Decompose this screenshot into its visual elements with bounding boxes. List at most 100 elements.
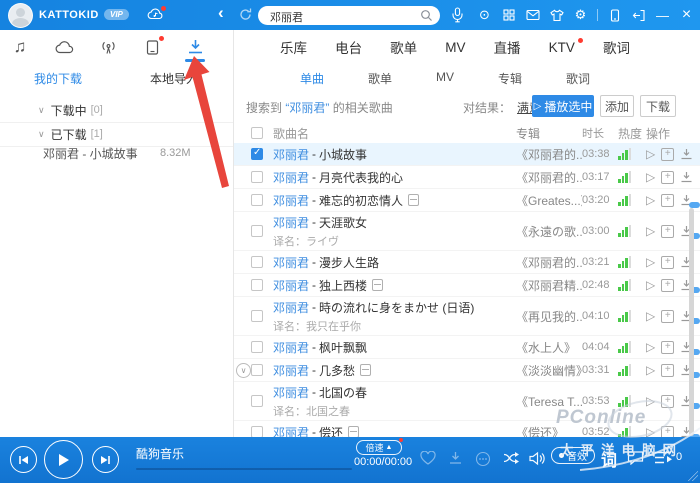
row-play-icon[interactable]: ▷ xyxy=(646,363,655,377)
subtab-album[interactable]: 专辑 xyxy=(498,70,522,87)
row-add-icon[interactable]: + xyxy=(661,395,674,408)
row-play-icon[interactable]: ▷ xyxy=(646,170,655,184)
vip-badge[interactable]: VIP xyxy=(104,9,129,20)
subtab-lyrics[interactable]: 歌词 xyxy=(566,70,590,87)
row-play-icon[interactable]: ▷ xyxy=(646,340,655,354)
song-checkbox[interactable] xyxy=(251,148,263,160)
song-checkbox[interactable] xyxy=(251,395,263,407)
subtab-mv[interactable]: MV xyxy=(436,70,454,87)
nav-zhibo[interactable]: 直播 xyxy=(494,37,521,57)
row-download-icon[interactable] xyxy=(680,148,693,160)
song-album[interactable]: 《永遠の歌..》 xyxy=(516,223,582,240)
song-artist-link[interactable]: 邓丽君 xyxy=(273,339,309,356)
skin-tshirt-icon[interactable] xyxy=(549,8,564,23)
song-artist-link[interactable]: 邓丽君 xyxy=(273,362,309,379)
table-row[interactable]: ∨ 邓丽君 - 几多愁 《淡淡幽情》 03:31 ▷ + xyxy=(234,359,700,382)
subtab-single[interactable]: 单曲 xyxy=(300,70,324,87)
song-title[interactable]: 难忘的初恋情人 xyxy=(319,192,403,209)
select-all-checkbox[interactable] xyxy=(251,127,263,139)
song-artist-link[interactable]: 邓丽君 xyxy=(273,214,309,231)
song-title[interactable]: 几多愁 xyxy=(319,362,355,379)
row-add-icon[interactable]: + xyxy=(661,310,674,323)
progress-bar[interactable] xyxy=(136,468,352,470)
playback-speed-button[interactable]: 倍速▲ xyxy=(356,440,402,455)
nav-diantai[interactable]: 电台 xyxy=(335,37,362,57)
row-add-icon[interactable]: + xyxy=(661,341,674,354)
listen-mode-icon[interactable]: ⊙ xyxy=(477,8,492,23)
tab-local-import[interactable]: 本地导入 xyxy=(116,70,232,87)
row-play-icon[interactable]: ▷ xyxy=(646,224,655,238)
comment-bubble-icon[interactable] xyxy=(627,450,644,468)
row-download-icon[interactable] xyxy=(680,194,693,206)
now-playing-title[interactable]: 酷狗音乐 xyxy=(136,445,184,462)
row-add-icon[interactable]: + xyxy=(661,171,674,184)
table-row[interactable]: 邓丽君 - 小城故事 《邓丽君的..》 03:38 ▷ + xyxy=(234,143,700,166)
search-icon[interactable] xyxy=(420,9,433,25)
sound-effect-button[interactable]: 音效 xyxy=(551,447,595,464)
row-download-icon[interactable] xyxy=(680,171,693,183)
more-options-icon[interactable] xyxy=(475,451,491,470)
nav-geci[interactable]: 歌词 xyxy=(603,37,630,57)
table-row[interactable]: 邓丽君 - 独上西楼 《邓丽君精..》 02:48 ▷ + xyxy=(234,274,700,297)
switch-account-icon[interactable] xyxy=(631,8,646,23)
nav-ktv[interactable]: KTV xyxy=(549,40,575,55)
subtab-playlist[interactable]: 歌单 xyxy=(368,70,392,87)
nav-gedan[interactable]: 歌单 xyxy=(390,37,417,57)
mail-icon[interactable] xyxy=(525,8,540,23)
resize-grip[interactable] xyxy=(688,471,698,481)
song-checkbox[interactable] xyxy=(251,256,263,268)
table-row[interactable]: 邓丽君 - 月亮代表我的心 《邓丽君的..》 03:17 ▷ + xyxy=(234,166,700,189)
refresh-icon[interactable] xyxy=(238,7,253,25)
mini-mode-icon[interactable] xyxy=(607,8,622,23)
close-icon[interactable]: × xyxy=(679,8,694,23)
expand-versions-icon[interactable]: ∨ xyxy=(236,363,251,378)
row-play-icon[interactable]: ▷ xyxy=(646,278,655,292)
scrollbar-thumb[interactable] xyxy=(689,208,694,436)
row-add-icon[interactable]: + xyxy=(661,148,674,161)
next-button[interactable] xyxy=(92,446,119,473)
cloud-music-icon[interactable] xyxy=(147,7,164,25)
download-button[interactable]: 下载 xyxy=(640,95,676,117)
song-title[interactable]: 天涯歌女 xyxy=(319,214,367,231)
download-manager-icon[interactable] xyxy=(184,37,206,57)
song-checkbox[interactable] xyxy=(251,279,263,291)
cloud-disk-icon[interactable] xyxy=(53,37,75,57)
row-add-icon[interactable]: + xyxy=(661,225,674,238)
song-album[interactable]: 《邓丽君精..》 xyxy=(516,277,582,294)
row-add-icon[interactable]: + xyxy=(661,279,674,292)
play-selected-button[interactable]: ▷ 播放选中 xyxy=(532,95,594,117)
song-album[interactable]: 《Greates...》 xyxy=(516,192,582,209)
song-album[interactable]: 《Teresa T...》 xyxy=(516,393,582,410)
song-checkbox[interactable] xyxy=(251,310,263,322)
row-play-icon[interactable]: ▷ xyxy=(646,147,655,161)
table-row[interactable]: 邓丽君 - 時の流れに身をまかせ (日语) 译名：我只在乎你 《再见我的..》 … xyxy=(234,297,700,336)
table-row[interactable]: 邓丽君 - 天涯歌女 译名：ライヴ 《永遠の歌..》 03:00 ▷ + xyxy=(234,212,700,251)
row-play-icon[interactable]: ▷ xyxy=(646,255,655,269)
song-artist-link[interactable]: 邓丽君 xyxy=(273,169,309,186)
avatar[interactable] xyxy=(8,3,33,28)
add-button[interactable]: 添加 xyxy=(600,95,634,117)
search-input[interactable] xyxy=(268,8,417,25)
song-artist-link[interactable]: 邓丽君 xyxy=(273,299,309,316)
music-library-icon[interactable]: ♫ xyxy=(9,37,31,57)
section-downloading[interactable]: ∨ 下载中 [0] xyxy=(0,98,233,123)
song-checkbox[interactable] xyxy=(251,341,263,353)
song-album[interactable]: 《邓丽君的..》 xyxy=(516,146,582,163)
row-add-icon[interactable]: + xyxy=(661,194,674,207)
favorite-heart-icon[interactable] xyxy=(420,451,436,468)
song-album[interactable]: 《淡淡幽情》 xyxy=(516,362,582,379)
song-checkbox[interactable] xyxy=(251,194,263,206)
song-checkbox[interactable] xyxy=(251,225,263,237)
row-play-icon[interactable]: ▷ xyxy=(646,309,655,323)
song-album[interactable]: 《水上人》 xyxy=(516,339,582,356)
song-artist-link[interactable]: 邓丽君 xyxy=(273,254,309,271)
song-title[interactable]: 枫叶飘飘 xyxy=(319,339,367,356)
lyrics-button[interactable]: 词 xyxy=(601,447,617,471)
song-title[interactable]: 北国の春 xyxy=(319,384,367,401)
back-icon[interactable]: ‹ xyxy=(218,3,224,23)
row-add-icon[interactable]: + xyxy=(661,256,674,269)
song-artist-link[interactable]: 邓丽君 xyxy=(273,146,309,163)
song-artist-link[interactable]: 邓丽君 xyxy=(273,192,309,209)
song-album[interactable]: 《再见我的..》 xyxy=(516,308,582,325)
song-checkbox[interactable] xyxy=(251,364,263,376)
